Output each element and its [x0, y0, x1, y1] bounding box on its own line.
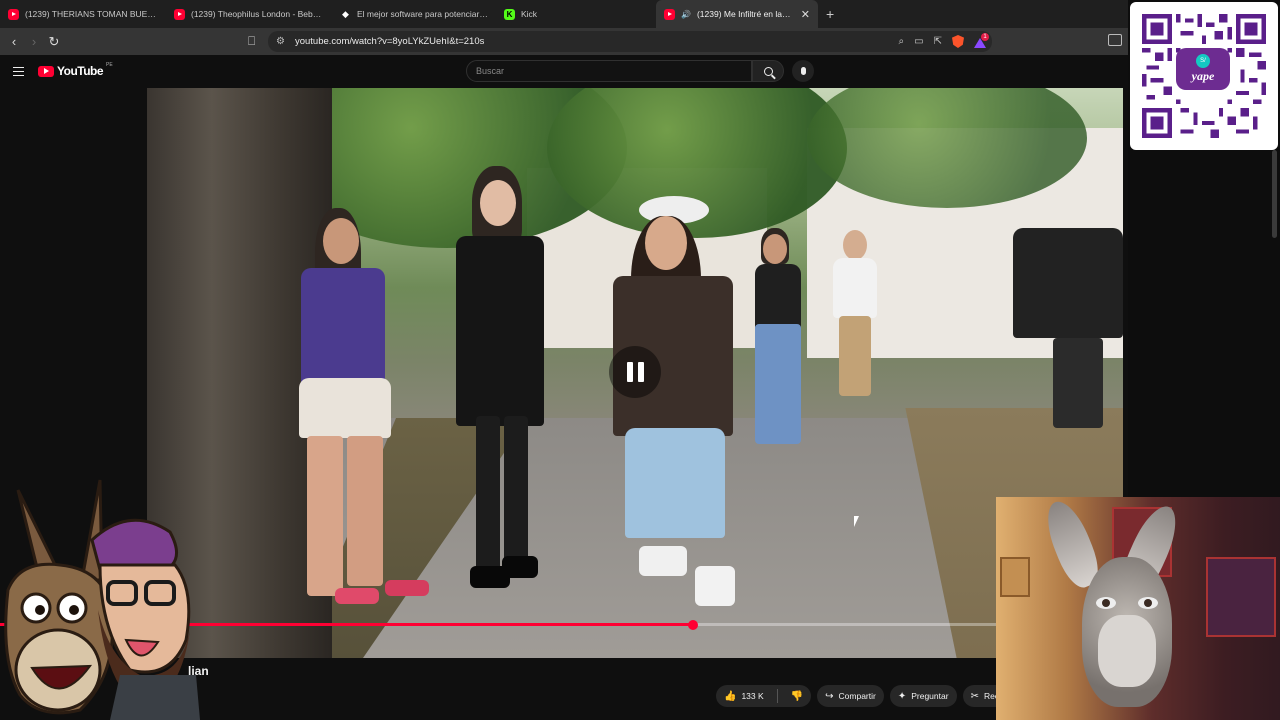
scrubber-handle[interactable]	[688, 619, 699, 630]
yape-wordmark: yape	[1191, 69, 1215, 83]
country-code: PE	[106, 62, 113, 68]
youtube-icon	[8, 8, 19, 20]
gemini-icon: ◆	[342, 8, 349, 19]
share-label: Compartir	[838, 691, 876, 701]
sidebar-toggle-icon[interactable]	[1108, 34, 1122, 46]
screen: (1239) THERIANS TOMAN BUENOS A (1239) Th…	[0, 0, 1280, 720]
sparkle-icon: ✦	[897, 690, 907, 702]
browser-tab[interactable]: (1239) Theophilus London - Bebey (f	[166, 0, 332, 28]
youtube-logo[interactable]: YouTube PE	[38, 62, 113, 78]
bookmark-icon[interactable]: ⎕	[248, 34, 255, 49]
video-player[interactable]	[147, 88, 1123, 658]
like-button[interactable]: 👍 133 K	[716, 685, 772, 707]
scissors-icon: ✂	[970, 690, 979, 702]
pause-overlay-icon[interactable]	[609, 346, 661, 398]
tab-title: El mejor software para potenciar tu s	[357, 9, 488, 19]
browser-tab[interactable]: (1239) THERIANS TOMAN BUENOS A	[0, 0, 166, 28]
donkey-mask	[1082, 557, 1172, 707]
mouse-cursor	[854, 516, 859, 527]
dislike-button[interactable]: 👎	[783, 685, 811, 707]
tab-title: (1239) Me Infiltré en la Comu	[696, 9, 791, 19]
browser-tab-active[interactable]: 🔊 (1239) Me Infiltré en la Comu ✕	[656, 0, 818, 28]
site-settings-icon[interactable]: ⚙	[276, 36, 285, 47]
youtube-icon	[174, 8, 185, 20]
close-tab-icon[interactable]: ✕	[801, 8, 810, 21]
youtube-header: YouTube PE Buscar	[0, 55, 1128, 88]
streamer-webcam	[996, 497, 1280, 720]
logo-text: YouTube	[57, 64, 104, 78]
yape-logo: S/ yape	[1176, 48, 1230, 90]
zoom-icon[interactable]: ⌕	[899, 36, 905, 47]
youtube-icon	[664, 8, 675, 20]
qr-code-overlay: S/ yape	[1130, 2, 1278, 150]
new-tab-button[interactable]: +	[818, 6, 842, 22]
ask-label: Preguntar	[911, 691, 949, 701]
kick-icon: K	[504, 8, 515, 20]
ask-button[interactable]: ✦ Preguntar	[889, 685, 957, 707]
search-input[interactable]: Buscar	[466, 60, 752, 82]
tab-title: (1239) Theophilus London - Bebey (f	[191, 9, 324, 19]
search-icon	[763, 66, 773, 76]
search-button[interactable]	[752, 60, 784, 82]
brave-rewards-icon[interactable]: 1	[974, 32, 989, 48]
url-text: youtube.com/watch?v=8yoLYkZUehI&t=210s	[294, 36, 485, 47]
back-icon[interactable]: ‹	[4, 32, 24, 52]
page-scrollbar[interactable]	[1272, 150, 1277, 238]
microphone-icon	[800, 67, 806, 75]
rewards-badge: 1	[981, 32, 989, 41]
browser-tab-strip: (1239) THERIANS TOMAN BUENOS A (1239) Th…	[0, 0, 1128, 28]
browser-tab[interactable]: K Kick	[496, 0, 656, 28]
wall-poster	[1206, 557, 1276, 637]
cartoon-mascot-overlay	[4, 479, 200, 720]
browser-tab[interactable]: ◆ El mejor software para potenciar tu s	[332, 0, 496, 28]
reload-icon[interactable]: ↻	[44, 32, 64, 52]
video-actions: 👍 133 K 👎 ↪ Compartir ✦ Preguntar ✂ Reco…	[716, 685, 1025, 707]
search-placeholder: Buscar	[476, 66, 505, 76]
like-count: 133 K	[741, 691, 764, 701]
cast-icon[interactable]: ▭	[914, 36, 923, 47]
share-icon: ↪	[825, 690, 834, 702]
tab-title: (1239) THERIANS TOMAN BUENOS A	[25, 9, 158, 19]
menu-icon[interactable]	[13, 67, 24, 76]
share-page-icon[interactable]: ⇱	[934, 36, 942, 47]
forward-icon[interactable]: ›	[24, 32, 44, 52]
like-dislike-group: 👍 133 K 👎	[716, 685, 812, 707]
youtube-play-icon	[38, 65, 54, 77]
address-bar-actions: ⌕ ▭ ⇱ 1	[899, 31, 989, 52]
voice-search-button[interactable]	[792, 60, 814, 82]
address-bar[interactable]: ⚙ youtube.com/watch?v=8yoLYkZUehI&t=210s…	[268, 31, 992, 52]
thumbs-down-icon: 👎	[790, 690, 804, 702]
speaker-icon: 🔊	[681, 9, 691, 19]
currency-badge: S/	[1196, 54, 1210, 68]
thumbs-up-icon: 👍	[724, 690, 737, 702]
tab-title: Kick	[521, 9, 538, 19]
browser-toolbar: ‹ › ↻ ⎕ ⚙ youtube.com/watch?v=8yoLYkZUeh…	[0, 28, 1128, 55]
share-button[interactable]: ↪ Compartir	[817, 685, 884, 707]
brave-shields-icon[interactable]	[952, 35, 964, 48]
wall-poster	[1000, 557, 1030, 597]
